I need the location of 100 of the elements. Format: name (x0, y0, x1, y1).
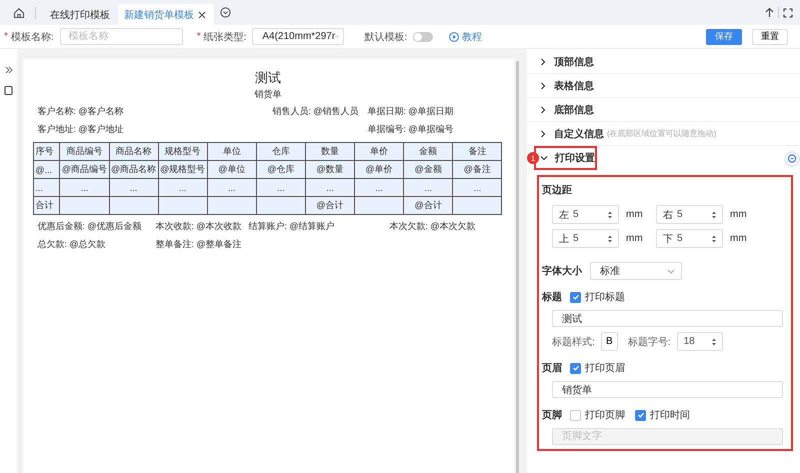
field-label: 模板名称: (10, 30, 54, 44)
table-cell: @合计 (305, 196, 355, 214)
save-button[interactable]: 保存 (706, 28, 742, 44)
table-cell (354, 196, 404, 214)
table-cell: @仓库 (256, 160, 306, 178)
footer-field: 整单备注: @整单备注 (155, 238, 248, 250)
checkbox-label[interactable]: 打印页眉 (585, 361, 625, 375)
unit-label: mm (626, 233, 643, 244)
margin-field[interactable]: 下 5 (656, 229, 723, 248)
step-badge: 1 (527, 152, 539, 164)
table-cell (207, 196, 256, 214)
tutorial-link[interactable]: 教程 (462, 30, 482, 44)
table-cell: 合计 (34, 196, 60, 214)
toggle-switch[interactable] (413, 32, 434, 42)
group-label: 标题 (542, 290, 562, 304)
section-header[interactable]: 底部信息 (527, 98, 800, 122)
table-cell: ... (452, 178, 502, 196)
paper-select[interactable]: A4(210mm*297r (252, 28, 344, 45)
info-field: 客户地址: @客户地址 (37, 123, 272, 136)
tab[interactable]: 新建销货单模板 (118, 4, 214, 25)
margin-field[interactable]: 右 5 (656, 205, 723, 224)
stepper-icon[interactable] (607, 234, 613, 244)
table-cell: ... (354, 178, 404, 196)
name-field[interactable]: 模板名称 (60, 28, 183, 45)
table-cell: ... (256, 178, 306, 196)
footer-field: 本次收款: @本次收款 (155, 220, 248, 232)
column-header: 仓库 (256, 142, 306, 160)
unit-label: mm (730, 209, 747, 220)
column-header: 备注 (452, 142, 502, 160)
bold-button[interactable]: B (600, 332, 618, 351)
footer-field: 总欠款: @总欠款 (37, 238, 156, 250)
up-arrow-icon[interactable] (765, 7, 774, 18)
unit-label: mm (626, 209, 643, 220)
checkbox[interactable] (570, 362, 581, 374)
margin-field[interactable]: 上 5 (552, 229, 619, 248)
section-header[interactable]: 打印设置 (534, 146, 597, 170)
field-label: 默认模板: (364, 30, 408, 44)
reset-button[interactable]: 重置 (752, 28, 788, 44)
field-label: 标题样式: (552, 336, 595, 348)
column-header: 规格型号 (158, 142, 208, 160)
stepper-icon[interactable] (710, 337, 717, 347)
stepper-icon[interactable] (607, 210, 613, 220)
document-title: 测试 (254, 69, 282, 87)
table-cell: ... (60, 178, 109, 196)
field-label: 纸张类型: (204, 30, 246, 44)
table-cell (158, 196, 208, 214)
home-icon[interactable] (13, 6, 25, 18)
table-cell (452, 196, 502, 214)
fullscreen-icon[interactable] (783, 8, 793, 18)
text-field[interactable]: 销货单 (552, 381, 783, 398)
expand-icon[interactable] (4, 65, 14, 75)
caret-icon (667, 268, 675, 274)
required-mark: * (4, 31, 8, 42)
assistant-icon[interactable] (784, 151, 800, 167)
stepper-icon[interactable] (711, 234, 717, 244)
table-cell: ... (404, 178, 453, 196)
title-size-field[interactable]: 18 (676, 332, 723, 351)
table-cell: @合计 (404, 196, 453, 214)
margin-field[interactable]: 左 5 (552, 205, 619, 224)
caret-icon (335, 34, 340, 39)
group-label: 页眉 (542, 362, 562, 375)
scrollbar[interactable] (516, 61, 519, 473)
table-cell (60, 196, 109, 214)
table-cell: @商品编号 (60, 160, 109, 178)
play-icon[interactable] (449, 32, 460, 42)
table-cell: ... (305, 178, 355, 196)
font-size-select[interactable]: 标准 (590, 262, 682, 280)
info-field: 单据编号: @单据编号 (367, 123, 502, 136)
table-cell: @金额 (404, 160, 453, 178)
text-field[interactable]: 测试 (552, 310, 783, 327)
section-header[interactable]: 顶部信息 (527, 50, 800, 74)
chevron-down-icon (540, 154, 548, 162)
column-header: 商品名称 (109, 142, 158, 160)
clipboard-icon[interactable] (4, 85, 14, 95)
table-cell: @规格型号 (158, 160, 208, 178)
table-cell: @数量 (305, 160, 355, 178)
checkbox[interactable] (570, 292, 581, 302)
dropdown-circle-icon[interactable] (220, 7, 231, 18)
column-header: 商品编号 (60, 142, 109, 160)
group-label: 页边距 (542, 184, 573, 197)
close-icon[interactable] (198, 10, 206, 18)
table-cell: @... (34, 160, 60, 178)
column-header: 金额 (404, 142, 453, 160)
table-cell (256, 196, 306, 214)
checkbox-label[interactable]: 打印标题 (585, 290, 625, 304)
column-header: 单价 (354, 142, 404, 160)
stepper-icon[interactable] (711, 210, 717, 220)
table-cell: @商品名称 (109, 160, 158, 178)
table-cell: ... (34, 178, 60, 196)
tab[interactable]: 在线打印模板 (44, 4, 118, 25)
info-field: 单据日期: @单据日期 (367, 105, 502, 118)
section-header[interactable]: 自定义信息 (在底部区域位置可以随意拖动) (527, 122, 800, 146)
table-cell: ... (109, 178, 158, 196)
info-field: 客户名称: @客户名称 (37, 105, 272, 118)
table-cell: ... (207, 178, 256, 196)
unit-label: mm (730, 233, 747, 244)
column-header: 数量 (305, 142, 355, 160)
chevron-right-icon (539, 106, 547, 114)
table-cell (109, 196, 158, 214)
section-header[interactable]: 表格信息 (527, 74, 800, 98)
